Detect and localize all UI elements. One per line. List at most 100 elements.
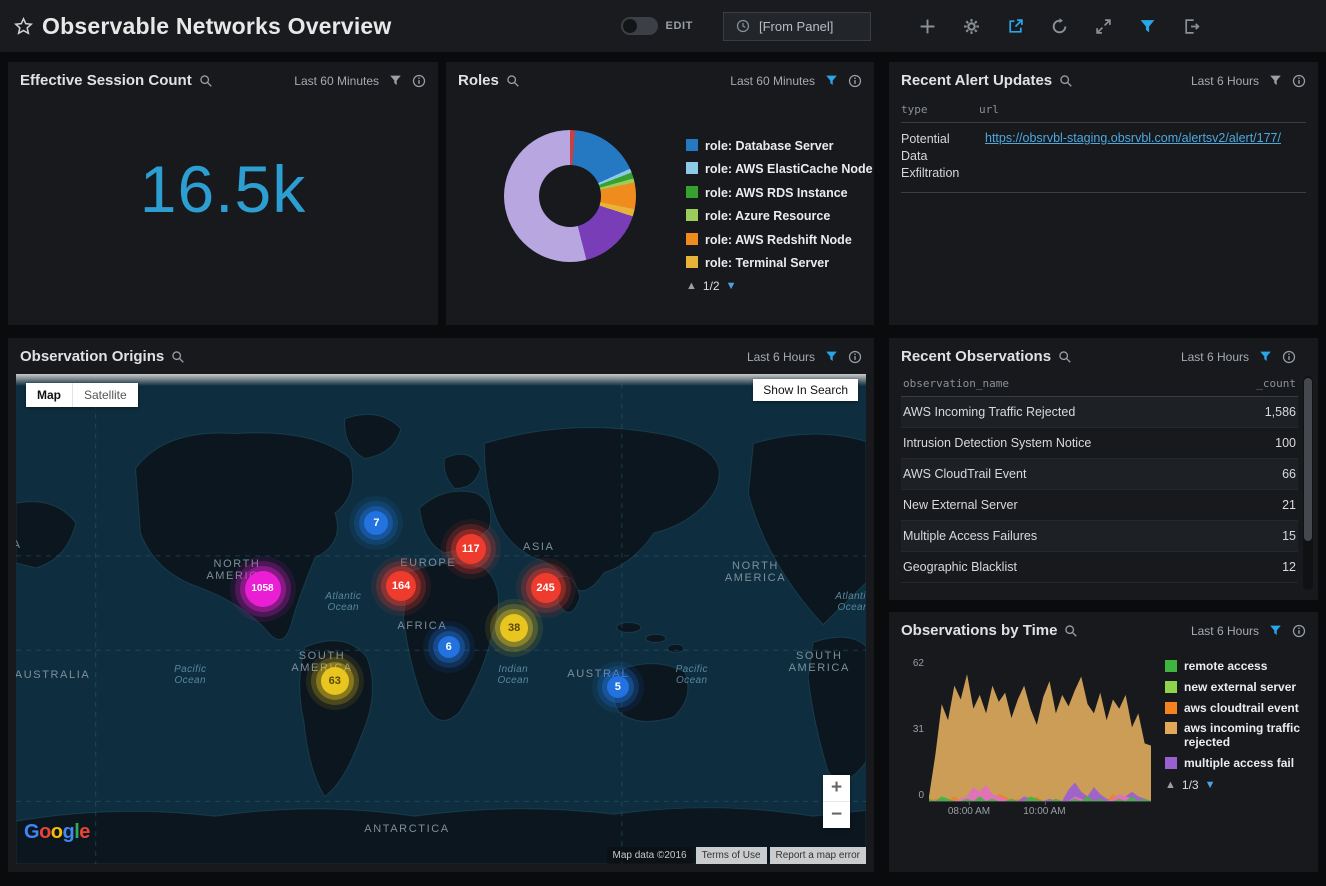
search-icon[interactable] (171, 350, 185, 364)
map-cluster-marker[interactable]: 5 (607, 676, 629, 698)
panel-info-icon[interactable] (1282, 350, 1296, 364)
panel-filter-icon[interactable] (825, 350, 838, 363)
panel-filter-icon[interactable] (1269, 624, 1282, 637)
search-icon[interactable] (506, 74, 520, 88)
map-cluster-marker[interactable]: 7 (364, 511, 388, 535)
map-cluster-marker[interactable]: 63 (321, 667, 349, 695)
table-row[interactable]: Geographic Blacklist12 (901, 552, 1298, 583)
page-up-icon[interactable]: ▲ (1165, 779, 1176, 791)
panel-title: Observation Origins (20, 348, 164, 365)
page-up-icon[interactable]: ▲ (686, 280, 697, 292)
settings-gear-icon[interactable] (963, 18, 980, 35)
panel-info-icon[interactable] (1292, 74, 1306, 88)
time-picker[interactable]: [From Panel] (723, 12, 871, 41)
terms-of-use-link[interactable]: Terms of Use (696, 847, 767, 864)
zoom-out-button[interactable]: − (823, 801, 850, 828)
time-legend: remote access new external server aws clou… (1165, 660, 1308, 771)
roles-donut-chart[interactable] (504, 130, 636, 262)
legend-item[interactable]: role: AWS RDS Instance (686, 186, 873, 200)
search-icon[interactable] (1064, 624, 1078, 638)
table-row[interactable]: AWS CloudTrail Event66 (901, 459, 1298, 490)
share-export-icon[interactable] (1007, 18, 1024, 35)
report-map-error-link[interactable]: Report a map error (770, 847, 866, 864)
panel-observation-origins: Observation Origins Last 6 Hours (8, 338, 874, 872)
alerts-table: type url Potential Data Exfiltration htt… (901, 98, 1306, 193)
app-header: Observable Networks Overview EDIT [From … (0, 0, 1326, 52)
legend-item[interactable]: aws cloudtrail event (1165, 702, 1308, 716)
google-logo[interactable]: Google (24, 821, 90, 844)
legend-item[interactable]: multiple access fail (1165, 757, 1308, 771)
scrollbar-track[interactable] (1303, 376, 1313, 590)
panel-filter-icon[interactable] (1259, 350, 1272, 363)
map-zoom-control: + − (823, 775, 850, 828)
legend-item[interactable]: remote access (1165, 660, 1308, 674)
panel-title: Effective Session Count (20, 72, 192, 89)
map-cluster-marker[interactable]: 117 (456, 534, 486, 564)
satellite-type-button[interactable]: Satellite (72, 383, 138, 407)
observation-name-cell: AWS CloudTrail Event (903, 467, 1026, 481)
panel-filter-icon[interactable] (389, 74, 402, 87)
legend-swatch-icon (686, 139, 698, 151)
legend-swatch-icon (686, 233, 698, 245)
google-logo-letter: o (51, 821, 63, 843)
legend-swatch-icon (686, 186, 698, 198)
map-cluster-marker[interactable]: 6 (438, 636, 460, 658)
show-in-search-button[interactable]: Show In Search (753, 379, 858, 401)
area-chart-svg (929, 658, 1151, 801)
fullscreen-icon[interactable] (1095, 18, 1112, 35)
map-cluster-marker[interactable]: 1058 (245, 571, 281, 607)
edit-toggle[interactable] (621, 17, 658, 35)
panel-filter-icon[interactable] (1269, 74, 1282, 87)
observation-name-cell: AWS Incoming Traffic Rejected (903, 405, 1075, 419)
map-cluster-marker[interactable]: 245 (531, 573, 561, 603)
panel-info-icon[interactable] (1292, 624, 1306, 638)
session-count-value: 16.5k (8, 151, 438, 227)
observations-area-chart[interactable]: 08:00 AM10:00 AM (929, 658, 1151, 802)
legend-label: role: Database Server (705, 139, 834, 153)
legend-item[interactable]: role: AWS ElastiCache Node (686, 162, 873, 176)
table-row[interactable]: Intrusion Detection System Notice100 (901, 428, 1298, 459)
panel-filter-icon[interactable] (825, 74, 838, 87)
legend-item[interactable]: aws incoming traffic rejected (1165, 722, 1308, 750)
search-icon[interactable] (199, 74, 213, 88)
legend-item[interactable]: role: AWS Redshift Node (686, 233, 873, 247)
table-row[interactable]: Multiple Access Failures15 (901, 521, 1298, 552)
search-icon[interactable] (1058, 350, 1072, 364)
page-down-icon[interactable]: ▼ (1205, 779, 1216, 791)
filter-icon[interactable] (1139, 18, 1156, 35)
legend-label: new external server (1184, 681, 1296, 695)
map-cluster-marker[interactable]: 38 (500, 614, 528, 642)
refresh-icon[interactable] (1051, 18, 1068, 35)
table-row: Potential Data Exfiltration https://obsr… (901, 123, 1306, 193)
map-data-credit: Map data ©2016 (607, 847, 693, 864)
map-type-button[interactable]: Map (26, 383, 72, 407)
page-indicator: 1/2 (703, 279, 720, 293)
panel-recent-alert-updates: Recent Alert Updates Last 6 Hours type u… (889, 62, 1318, 325)
legend-item[interactable]: role: Terminal Server (686, 256, 873, 270)
page-down-icon[interactable]: ▼ (726, 280, 737, 292)
table-row[interactable]: New External Server21 (901, 490, 1298, 521)
panel-info-icon[interactable] (848, 74, 862, 88)
time-range-label: Last 6 Hours (1181, 350, 1249, 364)
favorite-star-icon[interactable] (14, 17, 33, 36)
legend-label: role: AWS Redshift Node (705, 233, 852, 247)
map-cluster-marker[interactable]: 164 (386, 571, 416, 601)
legend-swatch-icon (686, 209, 698, 221)
add-panel-icon[interactable] (919, 18, 936, 35)
zoom-in-button[interactable]: + (823, 775, 850, 801)
search-icon[interactable] (1059, 74, 1073, 88)
logout-icon[interactable] (1183, 18, 1200, 35)
observation-name-cell: Geographic Blacklist (903, 560, 1017, 574)
panel-info-icon[interactable] (848, 350, 862, 364)
world-map[interactable]: Map Satellite Show In Search ASIANORTH A… (16, 374, 866, 864)
legend-label: role: AWS RDS Instance (705, 186, 848, 200)
legend-item[interactable]: new external server (1165, 681, 1308, 695)
legend-item[interactable]: role: Azure Resource (686, 209, 873, 223)
scrollbar-thumb[interactable] (1304, 378, 1312, 541)
legend-item[interactable]: role: Database Server (686, 139, 873, 153)
observation-count-cell: 21 (1282, 498, 1296, 512)
legend-swatch-icon (686, 256, 698, 268)
table-row[interactable]: AWS Incoming Traffic Rejected1,586 (901, 397, 1298, 428)
alert-link[interactable]: https://obsrvbl-staging.obsrvbl.com/aler… (985, 131, 1281, 145)
panel-info-icon[interactable] (412, 74, 426, 88)
